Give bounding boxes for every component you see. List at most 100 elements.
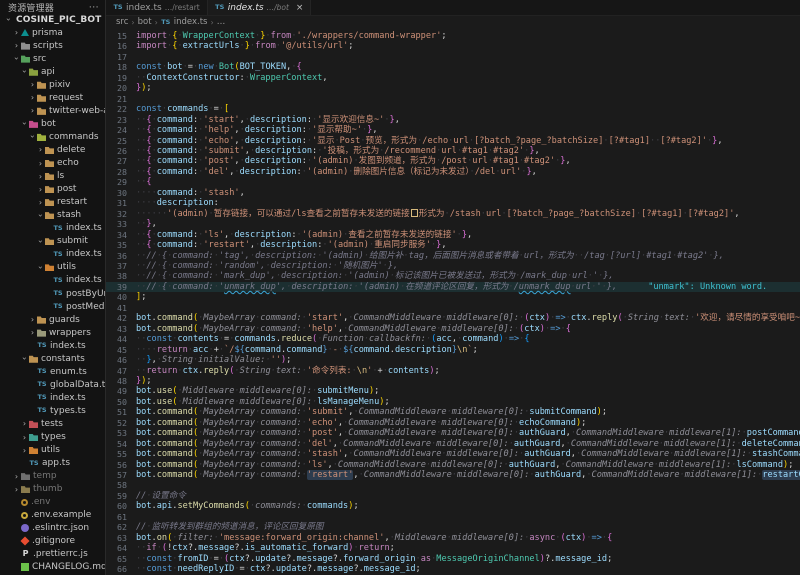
- code-line-52[interactable]: 52bot.command(·MaybeArray·command:·'echo…: [106, 418, 800, 428]
- tree-item-thumb[interactable]: ›thumb: [0, 483, 105, 496]
- code-line-51[interactable]: 51bot.command(·MaybeArray·command:·'subm…: [106, 407, 800, 417]
- code-line-35[interactable]: 35··{·command:·'restart',·description:·'…: [106, 240, 800, 250]
- tree-item-types[interactable]: ›types: [0, 431, 105, 444]
- code-line-57[interactable]: 57bot.command(·MaybeArray·command:·'rest…: [106, 470, 800, 480]
- tree-item-delete[interactable]: ›delete: [0, 143, 105, 156]
- code-line-25[interactable]: 25··{·command:·'echo',·description:·'显示·…: [106, 136, 800, 146]
- tree-item-globaldata-ts[interactable]: ›TSglobalData.ts: [0, 378, 105, 391]
- tree-item-types-ts[interactable]: ›TStypes.ts: [0, 404, 105, 417]
- tree-item-postbyurl-ts[interactable]: ›TSpostByUrl.ts: [0, 287, 105, 300]
- tree-item--prettierrc-js[interactable]: ›P.prettierrc.js: [0, 548, 105, 561]
- tree-item-tests[interactable]: ›tests: [0, 417, 105, 430]
- code-line-65[interactable]: 65··const·fromID·=·(ctx?.update?.message…: [106, 554, 800, 564]
- code-line-24[interactable]: 24··{·command:·'help',·description:·'显示帮…: [106, 125, 800, 135]
- tree-item-twitter-web-api[interactable]: ›twitter-web-api: [0, 104, 105, 117]
- tree-item-index-ts[interactable]: ›TSindex.ts: [0, 339, 105, 352]
- code-line-19[interactable]: 19··ContextConstructor:·WrapperContext,: [106, 73, 800, 83]
- tree-item-restart[interactable]: ›restart: [0, 196, 105, 209]
- code-line-64[interactable]: 64··if·(!ctx?.message?.is_automatic_forw…: [106, 543, 800, 553]
- code-line-30[interactable]: 30····command:·'stash',: [106, 188, 800, 198]
- tree-item-commands[interactable]: ›commands: [0, 130, 105, 143]
- code-line-55[interactable]: 55bot.command(·MaybeArray·command:·'stas…: [106, 449, 800, 459]
- code-line-45[interactable]: 45····return·acc·+·`/${command.command}·…: [106, 345, 800, 355]
- code-line-50[interactable]: 50bot.use(·Middleware·middleware[0]:·lsM…: [106, 397, 800, 407]
- code-line-32[interactable]: 32······'(admin)·暂存链接，可以通过/ls查看之前暂存未发送的链…: [106, 209, 800, 219]
- code-line-41[interactable]: 41: [106, 303, 800, 313]
- breadcrumb-item-src[interactable]: src: [116, 17, 128, 27]
- tree-item-index-ts[interactable]: ›TSindex.ts: [0, 222, 105, 235]
- tree-item-index-ts[interactable]: ›TSindex.ts: [0, 248, 105, 261]
- tree-item--gitignore[interactable]: ›.gitignore: [0, 535, 105, 548]
- tab-index.ts-1[interactable]: TSindex.ts…/bot×: [208, 0, 312, 15]
- tree-item-src[interactable]: ›src: [0, 52, 105, 65]
- tree-item-submit[interactable]: ›submit: [0, 235, 105, 248]
- tree-item-bot[interactable]: ›bot: [0, 117, 105, 130]
- tree-item-cosine-pic-bot[interactable]: ›COSINE_PIC_BOT: [0, 13, 105, 26]
- code-line-31[interactable]: 31····description:: [106, 198, 800, 208]
- code-line-16[interactable]: 16import·{·extractUrls·}·from·'@/utils/u…: [106, 41, 800, 51]
- tree-item-index-ts[interactable]: ›TSindex.ts: [0, 391, 105, 404]
- code-line-59[interactable]: 59//·设置命令: [106, 491, 800, 501]
- tree-item-utils[interactable]: ›utils: [0, 444, 105, 457]
- tree-item-changelog-md[interactable]: ›CHANGELOG.md: [0, 561, 105, 574]
- tree-item--env-example[interactable]: ›.env.example: [0, 509, 105, 522]
- tree-item-pixiv[interactable]: ›pixiv: [0, 78, 105, 91]
- code-area[interactable]: 15import·{·WrapperContext·}·from·'./wrap…: [106, 28, 800, 575]
- tree-item-index-ts[interactable]: ›TSindex.ts: [0, 274, 105, 287]
- tree-item-stash[interactable]: ›stash: [0, 209, 105, 222]
- code-line-48[interactable]: 48});: [106, 376, 800, 386]
- code-line-43[interactable]: 43bot.command(·MaybeArray·command:·'help…: [106, 324, 800, 334]
- code-line-18[interactable]: 18const·bot·=·new·Bot(BOT_TOKEN,·{: [106, 62, 800, 72]
- breadcrumb-item-bot[interactable]: bot: [138, 17, 152, 27]
- code-line-38[interactable]: 38··//·{·command:·'mark_dup',·descriptio…: [106, 271, 800, 281]
- code-line-63[interactable]: 63bot.on(·filter:·'message:forward_origi…: [106, 533, 800, 543]
- tree-item--env[interactable]: ›.env: [0, 496, 105, 509]
- code-line-39[interactable]: 39··//·{·command:·'unmark_dup',·descript…: [106, 282, 800, 292]
- code-line-42[interactable]: 42bot.command(·MaybeArray·command:·'star…: [106, 313, 800, 323]
- code-line-15[interactable]: 15import·{·WrapperContext·}·from·'./wrap…: [106, 31, 800, 41]
- code-line-36[interactable]: 36··//·{·command:·'tag',·description:·'(…: [106, 251, 800, 261]
- code-line-46[interactable]: 46··},·String·initialValue:·'');: [106, 355, 800, 365]
- breadcrumb-item-[interactable]: …: [217, 17, 226, 27]
- code-line-17[interactable]: 17: [106, 52, 800, 62]
- code-line-37[interactable]: 37··//·{·command:·'random',·description:…: [106, 261, 800, 271]
- tree-item-echo[interactable]: ›echo: [0, 157, 105, 170]
- tree-item-utils[interactable]: ›utils: [0, 261, 105, 274]
- code-line-62[interactable]: 62//·监听转发到群组的频道消息，评论区回复原图: [106, 522, 800, 532]
- breadcrumb-item-index.ts[interactable]: index.ts: [174, 17, 208, 27]
- code-line-58[interactable]: 58: [106, 480, 800, 490]
- code-line-23[interactable]: 23··{·command:·'start',·description:·'显示…: [106, 115, 800, 125]
- code-line-56[interactable]: 56bot.command(·MaybeArray·command:·'ls',…: [106, 460, 800, 470]
- tab-index.ts-0[interactable]: TSindex.ts…/restart: [106, 0, 208, 15]
- code-line-26[interactable]: 26··{·command:·'submit',·description:·'投…: [106, 146, 800, 156]
- tree-item-enum-ts[interactable]: ›TSenum.ts: [0, 365, 105, 378]
- code-line-33[interactable]: 33··},: [106, 219, 800, 229]
- code-line-47[interactable]: 47··return·ctx.reply(·String·text:·'命令列表…: [106, 366, 800, 376]
- code-line-27[interactable]: 27··{·command:·'post',·description:·'(ad…: [106, 156, 800, 166]
- tree-item-api[interactable]: ›api: [0, 65, 105, 78]
- tree-item-app-ts[interactable]: ›TSapp.ts: [0, 457, 105, 470]
- tree-item-request[interactable]: ›request: [0, 91, 105, 104]
- code-line-40[interactable]: 40];: [106, 292, 800, 302]
- close-icon[interactable]: ×: [296, 3, 304, 13]
- code-line-60[interactable]: 60bot.api.setMyCommands(·commands:·comma…: [106, 501, 800, 511]
- code-line-49[interactable]: 49bot.use(·Middleware·middleware[0]:·sub…: [106, 386, 800, 396]
- tree-item-constants[interactable]: ›constants: [0, 352, 105, 365]
- more-actions-icon[interactable]: ⋯: [89, 2, 99, 13]
- code-line-29[interactable]: 29··{: [106, 177, 800, 187]
- code-line-20[interactable]: 20});: [106, 83, 800, 93]
- code-line-28[interactable]: 28··{·command:·'del',·description:·'(adm…: [106, 167, 800, 177]
- code-line-66[interactable]: 66··const·needReplyID·=·ctx?.update?.mes…: [106, 564, 800, 574]
- code-line-22[interactable]: 22const·commands·=·[: [106, 104, 800, 114]
- tree-item-ls[interactable]: ›ls: [0, 170, 105, 183]
- code-line-61[interactable]: 61: [106, 512, 800, 522]
- tree-item-postmedia-ts[interactable]: ›TSpostMedia.ts: [0, 300, 105, 313]
- code-line-53[interactable]: 53bot.command(·MaybeArray·command:·'post…: [106, 428, 800, 438]
- tree-item-guards[interactable]: ›guards: [0, 313, 105, 326]
- tree-item-wrappers[interactable]: ›wrappers: [0, 326, 105, 339]
- code-line-21[interactable]: 21: [106, 94, 800, 104]
- tree-item--eslintrc-json[interactable]: ›.eslintrc.json: [0, 522, 105, 535]
- code-line-54[interactable]: 54bot.command(·MaybeArray·command:·'del'…: [106, 439, 800, 449]
- code-line-34[interactable]: 34··{·command:·'ls',·description:·'(admi…: [106, 230, 800, 240]
- tree-item-scripts[interactable]: ›scripts: [0, 39, 105, 52]
